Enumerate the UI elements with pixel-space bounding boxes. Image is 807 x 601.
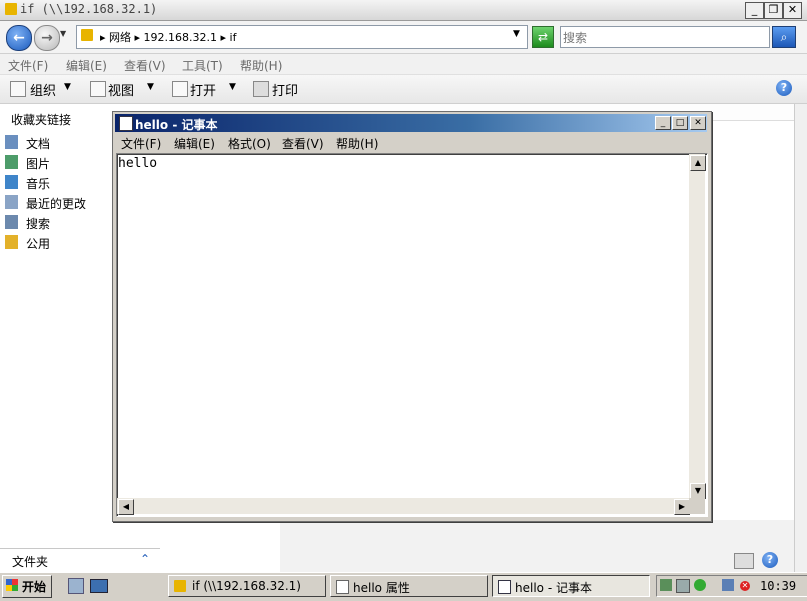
taskbar-properties-label: hello 属性 xyxy=(353,581,410,595)
close-button[interactable]: ✕ xyxy=(783,2,802,19)
back-arrow-icon[interactable]: ← xyxy=(6,25,32,51)
windows-logo-icon xyxy=(6,579,18,591)
properties-icon xyxy=(336,580,349,594)
views-icon xyxy=(90,81,106,97)
keyboard-icon[interactable] xyxy=(734,553,754,569)
details-pane xyxy=(280,520,794,572)
notepad-vertical-scrollbar[interactable] xyxy=(689,154,705,498)
sidebar-item-pictures[interactable]: 图片 xyxy=(26,155,50,172)
notepad-minimize-button[interactable]: _ xyxy=(655,116,671,130)
sidebar-item-music[interactable]: 音乐 xyxy=(26,175,50,192)
notepad-text-area[interactable] xyxy=(116,153,708,517)
documents-icon xyxy=(5,135,18,149)
help-icon[interactable]: ? xyxy=(776,80,792,96)
organize-button[interactable]: 组织 xyxy=(30,80,56,99)
scroll-down-icon[interactable]: ▼ xyxy=(690,483,706,499)
notepad-menu-format[interactable]: 格式(O) xyxy=(228,135,271,152)
address-dropdown-icon[interactable]: ▼ xyxy=(513,29,520,39)
show-desktop-icon[interactable] xyxy=(90,579,108,593)
views-dropdown-icon[interactable]: ▼ xyxy=(147,82,154,92)
recent-changes-icon xyxy=(5,195,18,209)
scroll-left-icon[interactable]: ◀ xyxy=(118,499,134,515)
views-button[interactable]: 视图 xyxy=(108,80,134,99)
network-folder-icon xyxy=(81,29,93,41)
sidebar-item-searches[interactable]: 搜索 xyxy=(26,215,50,232)
open-icon xyxy=(172,81,188,97)
taskbar-notepad-icon xyxy=(498,580,511,594)
history-dropdown-icon[interactable]: ▼ xyxy=(60,29,66,38)
folder-icon xyxy=(5,3,17,15)
notepad-icon xyxy=(119,116,133,131)
chevron-up-icon[interactable]: ⌃ xyxy=(140,552,150,566)
search-placeholder: 搜索 xyxy=(563,31,588,45)
notepad-maximize-button[interactable]: □ xyxy=(672,116,688,130)
organize-dropdown-icon[interactable]: ▼ xyxy=(64,82,71,92)
pictures-icon xyxy=(5,155,18,169)
open-button[interactable]: 打开 xyxy=(190,80,216,99)
scroll-up-icon[interactable]: ▲ xyxy=(690,155,706,171)
menu-view[interactable]: 查看(V) xyxy=(124,57,166,74)
network-quicklaunch-icon[interactable] xyxy=(68,578,84,594)
notepad-content[interactable]: hello xyxy=(118,156,157,171)
printer-icon xyxy=(253,81,269,97)
restore-button[interactable]: ❐ xyxy=(764,2,783,19)
organize-icon xyxy=(10,81,26,97)
notepad-close-button[interactable]: ✕ xyxy=(690,116,706,130)
music-icon xyxy=(5,175,18,189)
refresh-icon[interactable]: ⇄ xyxy=(532,26,554,48)
help-small-icon[interactable]: ? xyxy=(762,552,778,568)
menu-help[interactable]: 帮助(H) xyxy=(240,57,282,74)
notepad-menu-view[interactable]: 查看(V) xyxy=(282,135,324,152)
start-label: 开始 xyxy=(22,580,47,594)
searches-icon xyxy=(5,215,18,229)
tray-display-icon[interactable] xyxy=(722,579,734,591)
sidebar-item-public[interactable]: 公用 xyxy=(26,235,50,252)
notepad-menu-file[interactable]: 文件(F) xyxy=(121,135,161,152)
search-icon[interactable]: ⌕ xyxy=(772,26,796,48)
print-button[interactable]: 打印 xyxy=(272,80,298,99)
explorer-window-title: if (\\192.168.32.1) xyxy=(20,2,158,16)
explorer-menubar xyxy=(0,54,807,75)
taskbar-explorer-label: if (\\192.168.32.1) xyxy=(192,579,301,593)
menu-file[interactable]: 文件(F) xyxy=(8,57,48,74)
notepad-size-grip[interactable] xyxy=(689,498,705,514)
search-input[interactable] xyxy=(560,26,770,48)
tray-security-icon[interactable] xyxy=(694,579,706,591)
tray-app-icon[interactable] xyxy=(660,579,672,591)
taskbar-folder-icon xyxy=(174,580,186,592)
minimize-button[interactable]: _ xyxy=(745,2,764,19)
folders-label: 文件夹 xyxy=(12,555,49,569)
menu-tools[interactable]: 工具(T) xyxy=(182,57,223,74)
open-dropdown-icon[interactable]: ▼ xyxy=(229,82,236,92)
notepad-horizontal-scrollbar[interactable] xyxy=(117,498,689,514)
public-folder-icon xyxy=(5,235,18,249)
taskbar-clock[interactable]: 10:39 xyxy=(760,579,796,593)
notepad-menu-help[interactable]: 帮助(H) xyxy=(336,135,378,152)
notepad-menu-edit[interactable]: 编辑(E) xyxy=(174,135,215,152)
notepad-title: hello - 记事本 xyxy=(135,118,218,132)
taskbar-notepad-label: hello - 记事本 xyxy=(515,581,592,595)
sidebar-item-recent-changes[interactable]: 最近的更改 xyxy=(26,195,86,212)
scroll-right-icon[interactable]: ▶ xyxy=(674,499,690,515)
vertical-scrollbar[interactable] xyxy=(794,104,807,572)
favorite-links-title: 收藏夹链接 xyxy=(11,113,72,127)
forward-arrow-icon[interactable]: → xyxy=(34,25,60,51)
menu-edit[interactable]: 编辑(E) xyxy=(66,57,107,74)
sidebar-item-documents[interactable]: 文档 xyxy=(26,135,50,152)
tray-keyboard-icon[interactable] xyxy=(676,579,690,593)
address-path[interactable]: ▸ 网络 ▸ 192.168.32.1 ▸ if xyxy=(100,29,236,45)
network-error-icon[interactable]: ✕ xyxy=(740,581,750,591)
